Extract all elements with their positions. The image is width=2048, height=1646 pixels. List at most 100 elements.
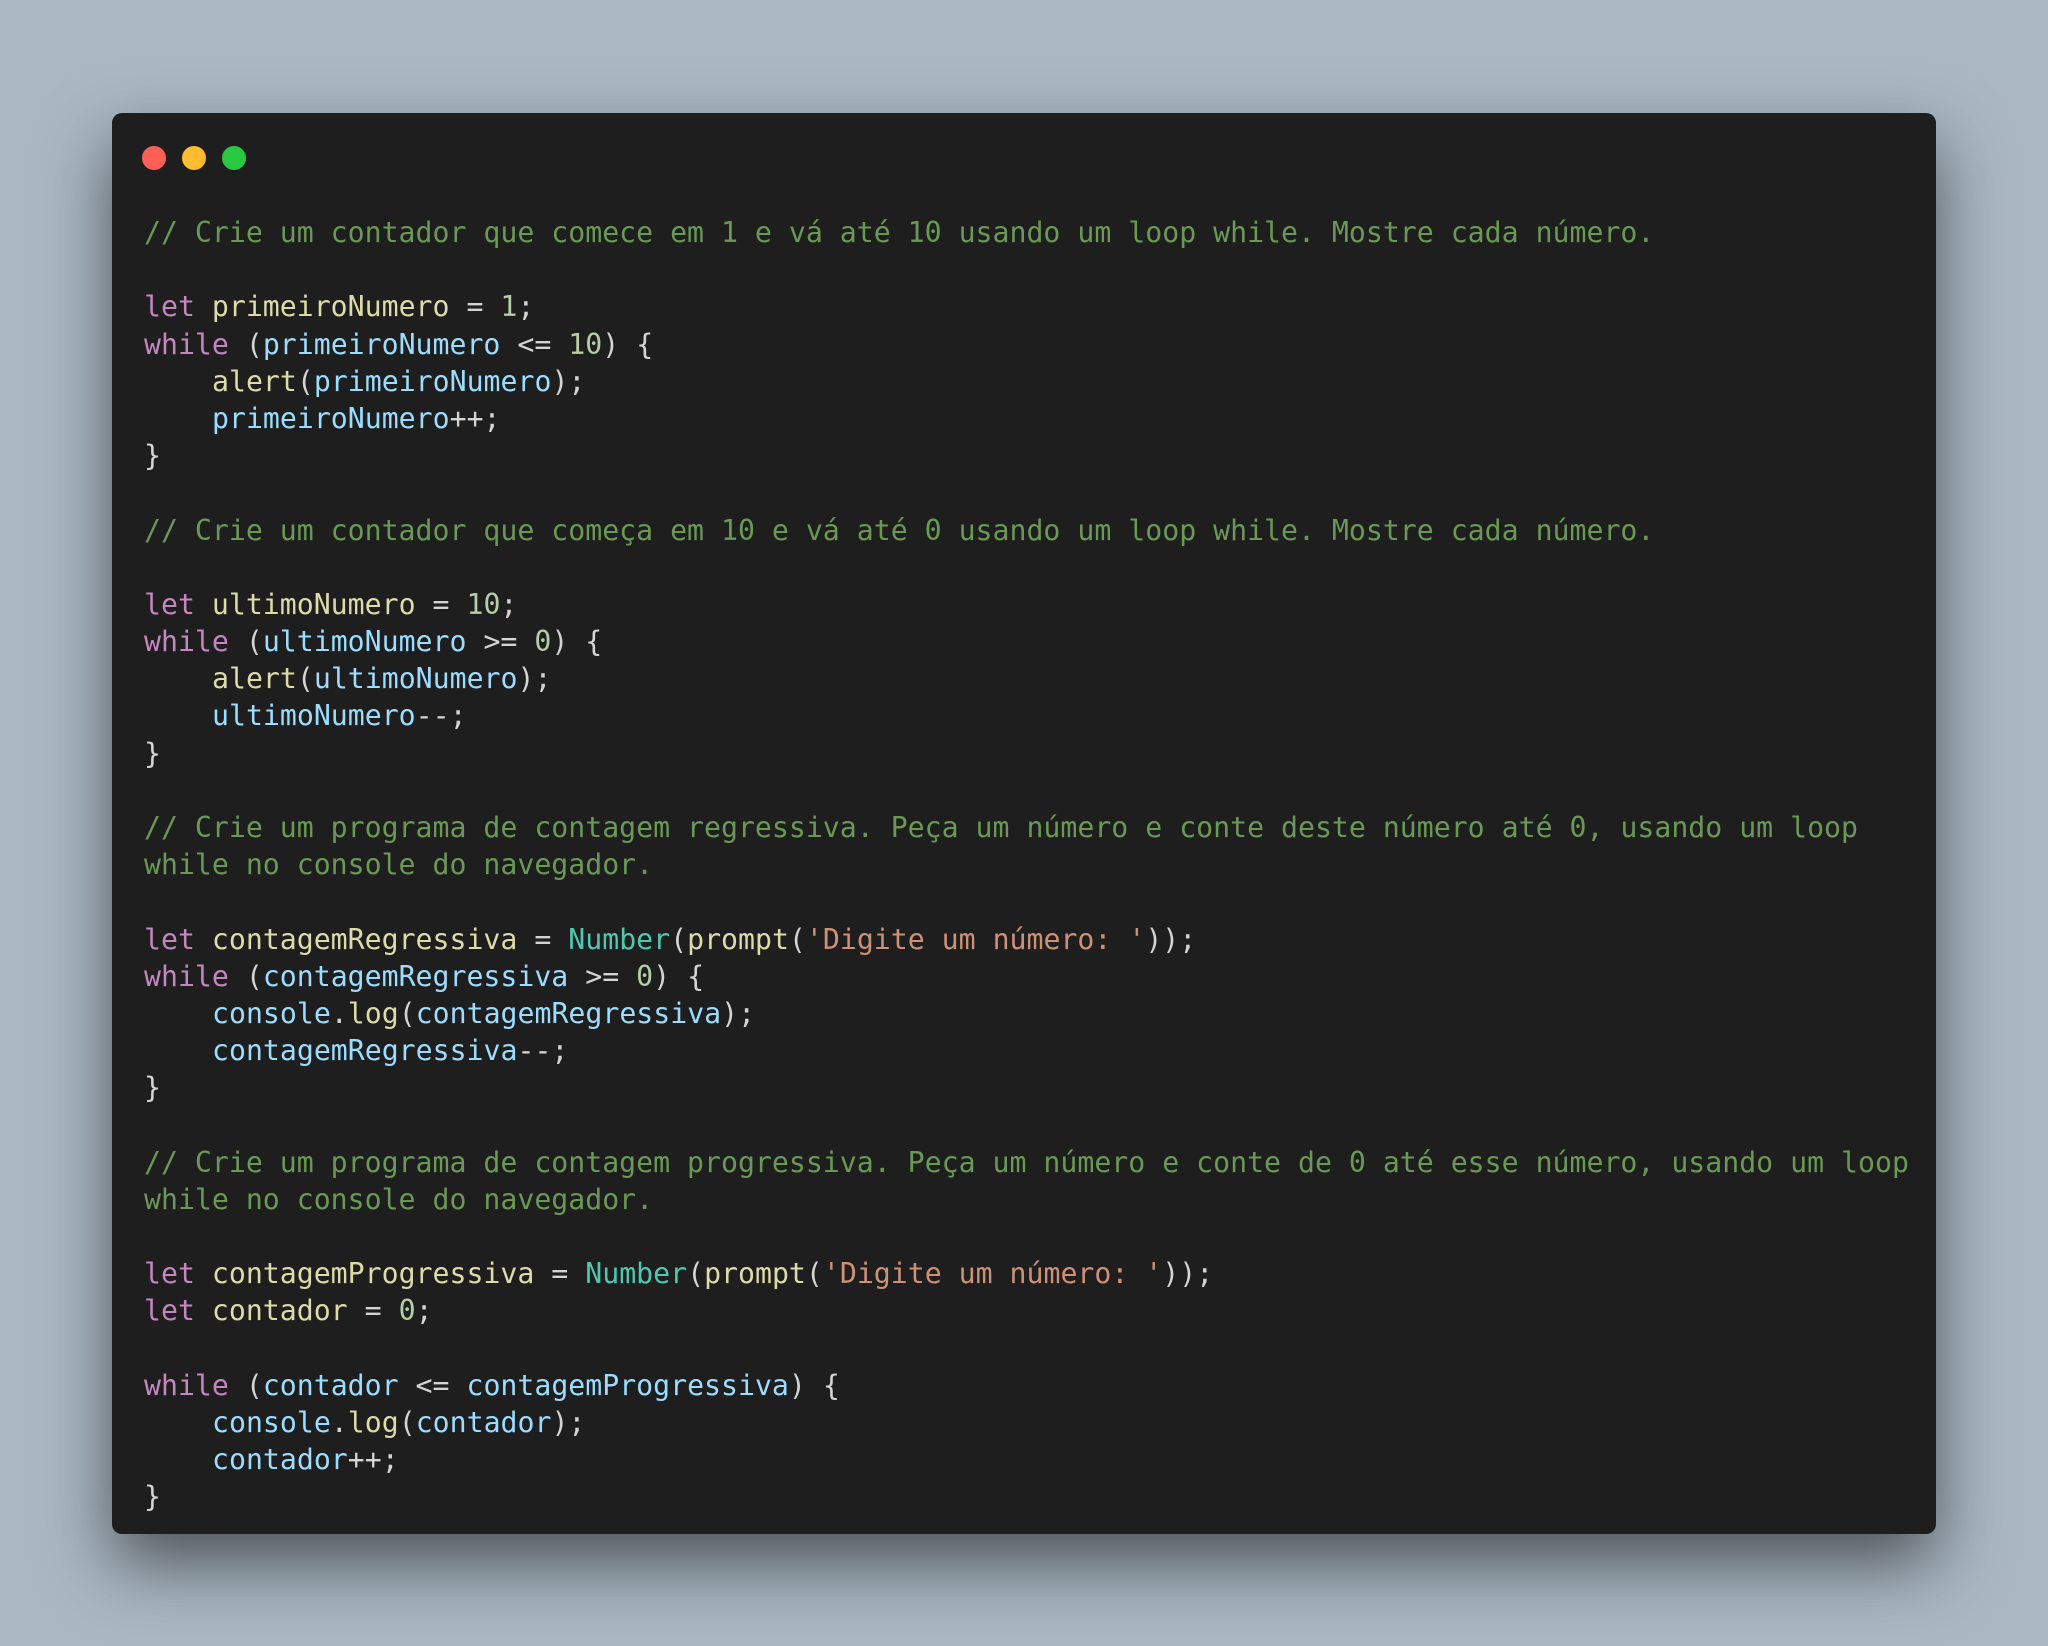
code-punctuation: ) { <box>788 1368 840 1402</box>
code-punctuation: ; <box>415 1294 433 1328</box>
code-window: // Crie um contador que comece em 1 e vá… <box>112 113 1936 1534</box>
code-line: alert(ultimoNumero); <box>144 660 1909 697</box>
code-identifier: primeiroNumero <box>313 364 552 398</box>
code-identifier: contagemRegressiva <box>262 959 569 993</box>
code-keyword: let <box>144 922 212 956</box>
code-identifier: contador <box>262 1368 399 1402</box>
code-identifier: primeiroNumero <box>212 401 450 435</box>
code-line: } <box>144 735 1909 772</box>
code-identifier: contagemRegressiva <box>415 996 722 1030</box>
code-line: } <box>144 1069 1909 1106</box>
code-function: prompt <box>687 922 789 956</box>
code-punctuation: ( <box>228 1368 263 1402</box>
code-line: while (contagemRegressiva >= 0) { <box>144 958 1909 995</box>
code-variable: contagemProgressiva <box>211 1257 535 1291</box>
code-line: // Crie um programa de contagem progress… <box>144 1144 1909 1181</box>
code-identifier: primeiroNumero <box>262 327 501 361</box>
code-punctuation: ; <box>500 587 518 621</box>
code-comment: while no console do navegador. <box>144 848 654 882</box>
code-line: contagemRegressiva--; <box>144 1032 1909 1069</box>
code-identifier: ultimoNumero <box>262 625 467 659</box>
code-line: // Crie um contador que comece em 1 e vá… <box>144 214 1909 251</box>
window-controls <box>142 146 246 170</box>
code-punctuation: ); <box>551 1406 586 1439</box>
code-type: Number <box>568 922 671 956</box>
code-number: 1 <box>500 290 518 324</box>
code-punctuation: )); <box>1162 1257 1214 1291</box>
code-punctuation: = <box>517 922 569 956</box>
code-function: prompt <box>704 1257 806 1291</box>
code-identifier: ultimoNumero <box>313 662 518 696</box>
code-punctuation: ( <box>687 1257 705 1291</box>
code-punctuation: ); <box>551 364 586 398</box>
code-punctuation: --; <box>517 1034 569 1068</box>
code-identifier: contador <box>212 1443 348 1477</box>
code-string: 'Digite um número: ' <box>822 1257 1163 1291</box>
code-number: 10 <box>466 587 501 621</box>
code-line: let primeiroNumero = 1; <box>144 288 1909 325</box>
code-identifier: ultimoNumero <box>212 699 416 733</box>
code-punctuation: ++; <box>449 401 501 435</box>
zoom-button[interactable] <box>222 146 246 170</box>
code-type: Number <box>585 1257 688 1291</box>
code-punctuation: ( <box>228 959 263 993</box>
code-keyword: let <box>144 290 212 324</box>
code-punctuation: ) { <box>551 625 603 659</box>
code-identifier: console <box>212 1406 331 1439</box>
code-comment: while no console do navegador. <box>144 1182 654 1216</box>
code-line: while (ultimoNumero >= 0) { <box>144 623 1909 660</box>
code-punctuation: ++; <box>347 1443 399 1477</box>
close-button[interactable] <box>142 146 166 170</box>
code-punctuation: ( <box>296 662 314 696</box>
code-punctuation: ( <box>670 922 688 956</box>
code-variable: primeiroNumero <box>211 290 450 324</box>
code-punctuation: <= <box>500 327 569 361</box>
code-punctuation: } <box>144 439 161 473</box>
code-punctuation: ( <box>805 1257 823 1291</box>
code-line: // Crie um programa de contagem regressi… <box>144 809 1909 846</box>
code-punctuation: )); <box>1145 922 1197 956</box>
code-keyword: let <box>144 1294 212 1328</box>
code-line: } <box>144 437 1909 474</box>
code-number: 0 <box>398 1294 416 1328</box>
code-variable: contador <box>211 1294 348 1328</box>
code-punctuation: . <box>330 996 348 1030</box>
code-block: // Crie um contador que comece em 1 e vá… <box>144 214 1909 1516</box>
code-keyword: while <box>144 1368 229 1402</box>
code-identifier: contagemRegressiva <box>212 1034 518 1068</box>
code-line: console.log(contador); <box>144 1404 1909 1441</box>
code-line: let contagemProgressiva = Number(prompt(… <box>144 1255 1909 1292</box>
code-punctuation: ) { <box>602 327 654 361</box>
code-punctuation: } <box>144 1071 161 1105</box>
code-number: 10 <box>568 327 603 361</box>
code-keyword: let <box>144 587 212 621</box>
code-punctuation: = <box>534 1257 586 1291</box>
code-punctuation: ( <box>398 996 416 1030</box>
code-line: contador++; <box>144 1441 1909 1478</box>
code-function: alert <box>212 662 297 696</box>
code-number: 0 <box>534 625 552 659</box>
code-line: alert(primeiroNumero); <box>144 363 1909 400</box>
code-function: alert <box>212 364 297 398</box>
minimize-button[interactable] <box>182 146 206 170</box>
code-punctuation: >= <box>568 959 637 993</box>
code-punctuation: ( <box>228 625 263 659</box>
code-punctuation: >= <box>466 625 535 659</box>
code-line: } <box>144 1478 1909 1515</box>
code-comment: // Crie um programa de contagem regressi… <box>144 811 1859 844</box>
code-identifier: console <box>212 996 331 1030</box>
code-punctuation: ) { <box>653 959 705 993</box>
code-identifier: contagemProgressiva <box>466 1368 789 1402</box>
code-comment: // Crie um contador que comece em 1 e vá… <box>144 216 1655 249</box>
code-keyword: let <box>144 1257 212 1291</box>
code-keyword: while <box>144 959 229 993</box>
code-line: while no console do navegador. <box>144 846 1909 883</box>
code-line: while no console do navegador. <box>144 1181 1909 1218</box>
code-punctuation: = <box>449 290 501 324</box>
code-line: console.log(contagemRegressiva); <box>144 995 1909 1032</box>
code-function: log <box>347 996 399 1030</box>
